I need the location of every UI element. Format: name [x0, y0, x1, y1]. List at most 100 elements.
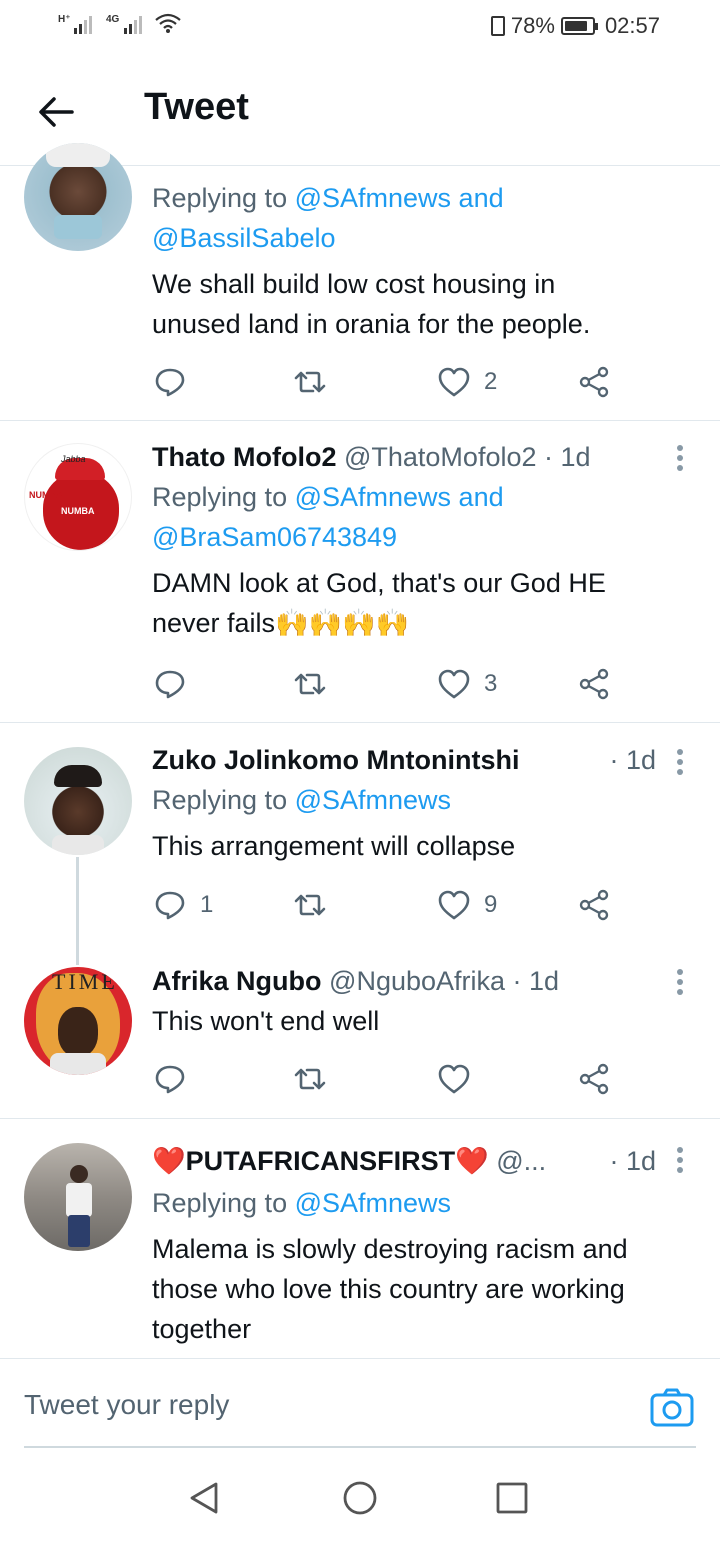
tweet-text: those who love this country are working — [152, 1274, 625, 1304]
network-type-1: H⁺ — [58, 14, 71, 25]
status-right: 78% 02:57 — [490, 13, 660, 39]
wifi-icon — [155, 13, 181, 33]
tweet-time: · 1d — [609, 745, 656, 775]
author-name[interactable]: Thato Mofolo2 — [152, 442, 336, 472]
battery-icon — [560, 17, 598, 35]
like-button[interactable] — [436, 1059, 484, 1099]
like-button[interactable]: 2 — [436, 362, 497, 402]
share-button[interactable] — [576, 664, 612, 704]
share-button[interactable] — [576, 1059, 612, 1099]
reply-button[interactable] — [152, 1059, 200, 1099]
tweet-actions: 3 — [152, 664, 622, 704]
replying-label: Replying to — [152, 183, 288, 213]
like-count: 9 — [484, 891, 498, 918]
reply-input[interactable]: Tweet your reply — [24, 1389, 229, 1421]
share-icon — [579, 366, 609, 398]
author-handle[interactable]: @ThatoMofolo2 — [344, 442, 537, 472]
page-title: Tweet — [144, 86, 249, 128]
more-options-icon[interactable] — [672, 445, 688, 477]
author-name[interactable]: Zuko Jolinkomo Mntonintshi — [152, 745, 519, 775]
reply-button[interactable] — [152, 362, 200, 402]
tweet-text: This won't end well — [152, 1006, 380, 1036]
heart-icon — [438, 669, 470, 699]
mention-link[interactable]: @BassilSabelo — [152, 218, 696, 258]
heart-icon — [438, 367, 470, 397]
retweet-icon — [294, 371, 326, 393]
retweet-icon — [294, 1068, 326, 1090]
reply-icon — [155, 891, 185, 920]
tweet-actions: 1 9 — [152, 885, 622, 925]
author-name[interactable]: ❤️PUTAFRICANSFIRST❤️ — [152, 1146, 489, 1176]
signal-icon-2: 4G — [106, 14, 142, 34]
mention-link[interactable]: @BraSam06743849 — [152, 517, 696, 557]
tweet-item[interactable]: TIME Afrika Ngubo @NguboAfrika · 1d This… — [0, 943, 720, 1119]
mention-link[interactable]: @SAfmnews and — [295, 183, 504, 213]
nav-back-icon[interactable] — [186, 1480, 222, 1516]
mention-link[interactable]: @SAfmnews — [295, 1188, 451, 1218]
signal-indicators: H⁺ 4G — [58, 12, 182, 34]
reply-button[interactable]: 1 — [152, 885, 213, 925]
replying-to: Replying to @SAfmnews — [152, 780, 696, 820]
tweet-item[interactable]: ❤️PUTAFRICANSFIRST❤️ @... · 1d Replying … — [0, 1119, 720, 1358]
like-count: 2 — [484, 368, 498, 395]
share-button[interactable] — [576, 885, 612, 925]
mention-link[interactable]: @SAfmnews and — [295, 482, 504, 512]
retweet-button[interactable] — [292, 1059, 328, 1099]
avatar[interactable] — [24, 747, 132, 855]
tweet-actions: 2 — [152, 362, 622, 402]
share-icon — [579, 668, 609, 700]
status-bar: H⁺ 4G 78% 02:57 — [0, 0, 720, 56]
retweet-icon — [294, 673, 326, 695]
retweet-button[interactable] — [292, 885, 328, 925]
vibrate-icon — [490, 16, 505, 36]
tweet-actions — [152, 1059, 622, 1099]
avatar[interactable]: Jabba NUMBA NUMBA — [24, 443, 132, 551]
clock: 02:57 — [604, 13, 660, 38]
nav-recents-icon[interactable] — [494, 1480, 530, 1516]
tweet-item[interactable]: Jabba NUMBA NUMBA Thato Mofolo2 @ThatoMo… — [0, 421, 720, 723]
tweet-time: · 1d — [512, 966, 560, 996]
retweet-button[interactable] — [292, 664, 328, 704]
mention-link[interactable]: @SAfmnews — [295, 785, 451, 815]
author-handle[interactable]: @... — [496, 1146, 546, 1176]
nav-home-icon[interactable] — [342, 1480, 378, 1516]
reply-count: 1 — [200, 891, 214, 918]
tweet-text: We shall build low cost housing in — [152, 269, 556, 299]
share-button[interactable] — [576, 362, 612, 402]
battery-percent: 78% — [510, 13, 555, 38]
reply-composer: Tweet your reply — [0, 1358, 720, 1448]
share-icon — [579, 1063, 609, 1095]
author-handle[interactable]: @NguboAfrika — [329, 966, 505, 996]
like-button[interactable]: 3 — [436, 664, 497, 704]
replying-to: Replying to @SAfmnews — [152, 1183, 696, 1223]
more-options-icon[interactable] — [672, 1147, 688, 1179]
arrow-left-icon[interactable] — [32, 88, 80, 136]
camera-icon[interactable] — [650, 1387, 694, 1427]
more-options-icon[interactable] — [672, 749, 688, 781]
tweet-item[interactable]: Replying to @SAfmnews and @BassilSabelo … — [0, 143, 720, 421]
avatar[interactable] — [24, 143, 132, 251]
signal-icon-1: H⁺ — [58, 14, 92, 34]
reply-icon — [155, 1065, 185, 1094]
retweet-button[interactable] — [292, 362, 328, 402]
tweet-text: Malema is slowly destroying racism and — [152, 1234, 628, 1264]
tweet-item[interactable]: Zuko Jolinkomo Mntonintshi Replying to @… — [0, 723, 720, 943]
replying-label: Replying to — [152, 1188, 288, 1218]
share-icon — [579, 889, 609, 921]
system-nav-bar — [0, 1448, 720, 1541]
tweet-text: This arrangement will collapse — [152, 831, 516, 861]
like-button[interactable]: 9 — [436, 885, 497, 925]
reply-button[interactable] — [152, 664, 200, 704]
tweet-text: DAMN look at God, that's our God HE — [152, 568, 606, 598]
avatar[interactable]: TIME — [24, 967, 132, 1075]
like-count: 3 — [484, 670, 498, 697]
heart-icon — [438, 1064, 470, 1094]
avatar[interactable] — [24, 1143, 132, 1251]
retweet-icon — [294, 894, 326, 916]
author-name[interactable]: Afrika Ngubo — [152, 966, 322, 996]
tweet-text: unused land in orania for the people. — [152, 309, 591, 339]
replying-to: Replying to @SAfmnews and — [152, 178, 696, 218]
heart-icon — [438, 890, 470, 920]
tweet-text: never fails🙌🙌🙌🙌 — [152, 608, 410, 638]
more-options-icon[interactable] — [672, 969, 688, 1001]
